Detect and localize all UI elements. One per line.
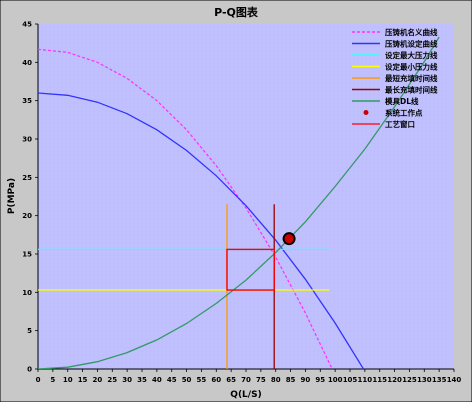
x-tick-label: 130: [417, 376, 432, 384]
work-point-marker: [282, 232, 296, 246]
x-tick-label: 120: [387, 376, 402, 384]
y-tick-label: 20: [22, 212, 32, 220]
legend-label: 压铸机名义曲线: [385, 27, 438, 37]
y-tick-label: 25: [22, 174, 32, 182]
y-tick-label: 0: [27, 366, 32, 374]
x-tick-label: 105: [343, 376, 358, 384]
legend-label: 设定最大压力线: [385, 50, 438, 60]
x-tick-label: 40: [152, 376, 162, 384]
x-tick-label: 135: [432, 376, 447, 384]
legend-swatch-marker: [363, 110, 369, 115]
x-tick-label: 125: [402, 376, 417, 384]
y-tick-label: 15: [22, 251, 32, 259]
y-tick-label: 40: [22, 59, 32, 67]
x-tick-label: 75: [256, 376, 266, 384]
y-axis-label: P(MPa): [7, 178, 17, 214]
y-tick-label: 30: [22, 136, 32, 144]
y-tick-label: 35: [22, 97, 32, 105]
x-tick-label: 20: [93, 376, 103, 384]
x-tick-label: 30: [122, 376, 132, 384]
legend-label: 模具DL线: [385, 96, 419, 106]
x-tick-label: 55: [197, 376, 207, 384]
chart-container: P-Q图表 0 5 10 15 20 25 30 35 40 45 50 55 60 65 70 75 80 85…: [0, 0, 472, 402]
x-tick-label: 5: [50, 376, 55, 384]
work-point-layer: [282, 232, 296, 246]
y-tick-label: 45: [22, 21, 32, 29]
legend-label: 系统工作点: [385, 108, 423, 118]
x-tick-label: 15: [78, 376, 88, 384]
x-tick-label: 110: [358, 376, 373, 384]
x-tick-label: 10: [63, 376, 73, 384]
y-tick-label: 10: [22, 289, 32, 297]
x-tick-label: 90: [301, 376, 311, 384]
x-tick-label: 50: [182, 376, 192, 384]
legend-label: 设定最小压力线: [385, 62, 438, 72]
y-tick-label: 5: [27, 327, 32, 335]
x-tick-label: 45: [167, 376, 177, 384]
legend-label: 工艺窗口: [385, 119, 415, 129]
x-tick-label: 25: [107, 376, 117, 384]
x-axis-label: Q(L/S): [230, 390, 261, 400]
legend-label: 最长充填时间线: [385, 85, 438, 95]
x-tick-label: 35: [137, 376, 147, 384]
x-tick-label: 100: [328, 376, 343, 384]
x-tick-label: 60: [211, 376, 221, 384]
x-tick-label: 80: [271, 376, 281, 384]
legend-label: 最短充填时间线: [385, 73, 438, 83]
x-tick-label: 85: [286, 376, 296, 384]
pq-chart: P-Q图表 0 5 10 15 20 25 30 35 40 45 50 55 60 65 70 75 80 85…: [0, 0, 472, 402]
legend-label: 压铸机设定曲线: [385, 39, 438, 49]
chart-title: P-Q图表: [214, 5, 259, 19]
x-tick-label: 140: [447, 376, 462, 384]
x-tick-label: 95: [315, 376, 325, 384]
x-tick-label: 65: [226, 376, 236, 384]
x-tick-label: 115: [372, 376, 387, 384]
x-tick-label: 0: [36, 376, 41, 384]
x-tick-label: 70: [241, 376, 251, 384]
